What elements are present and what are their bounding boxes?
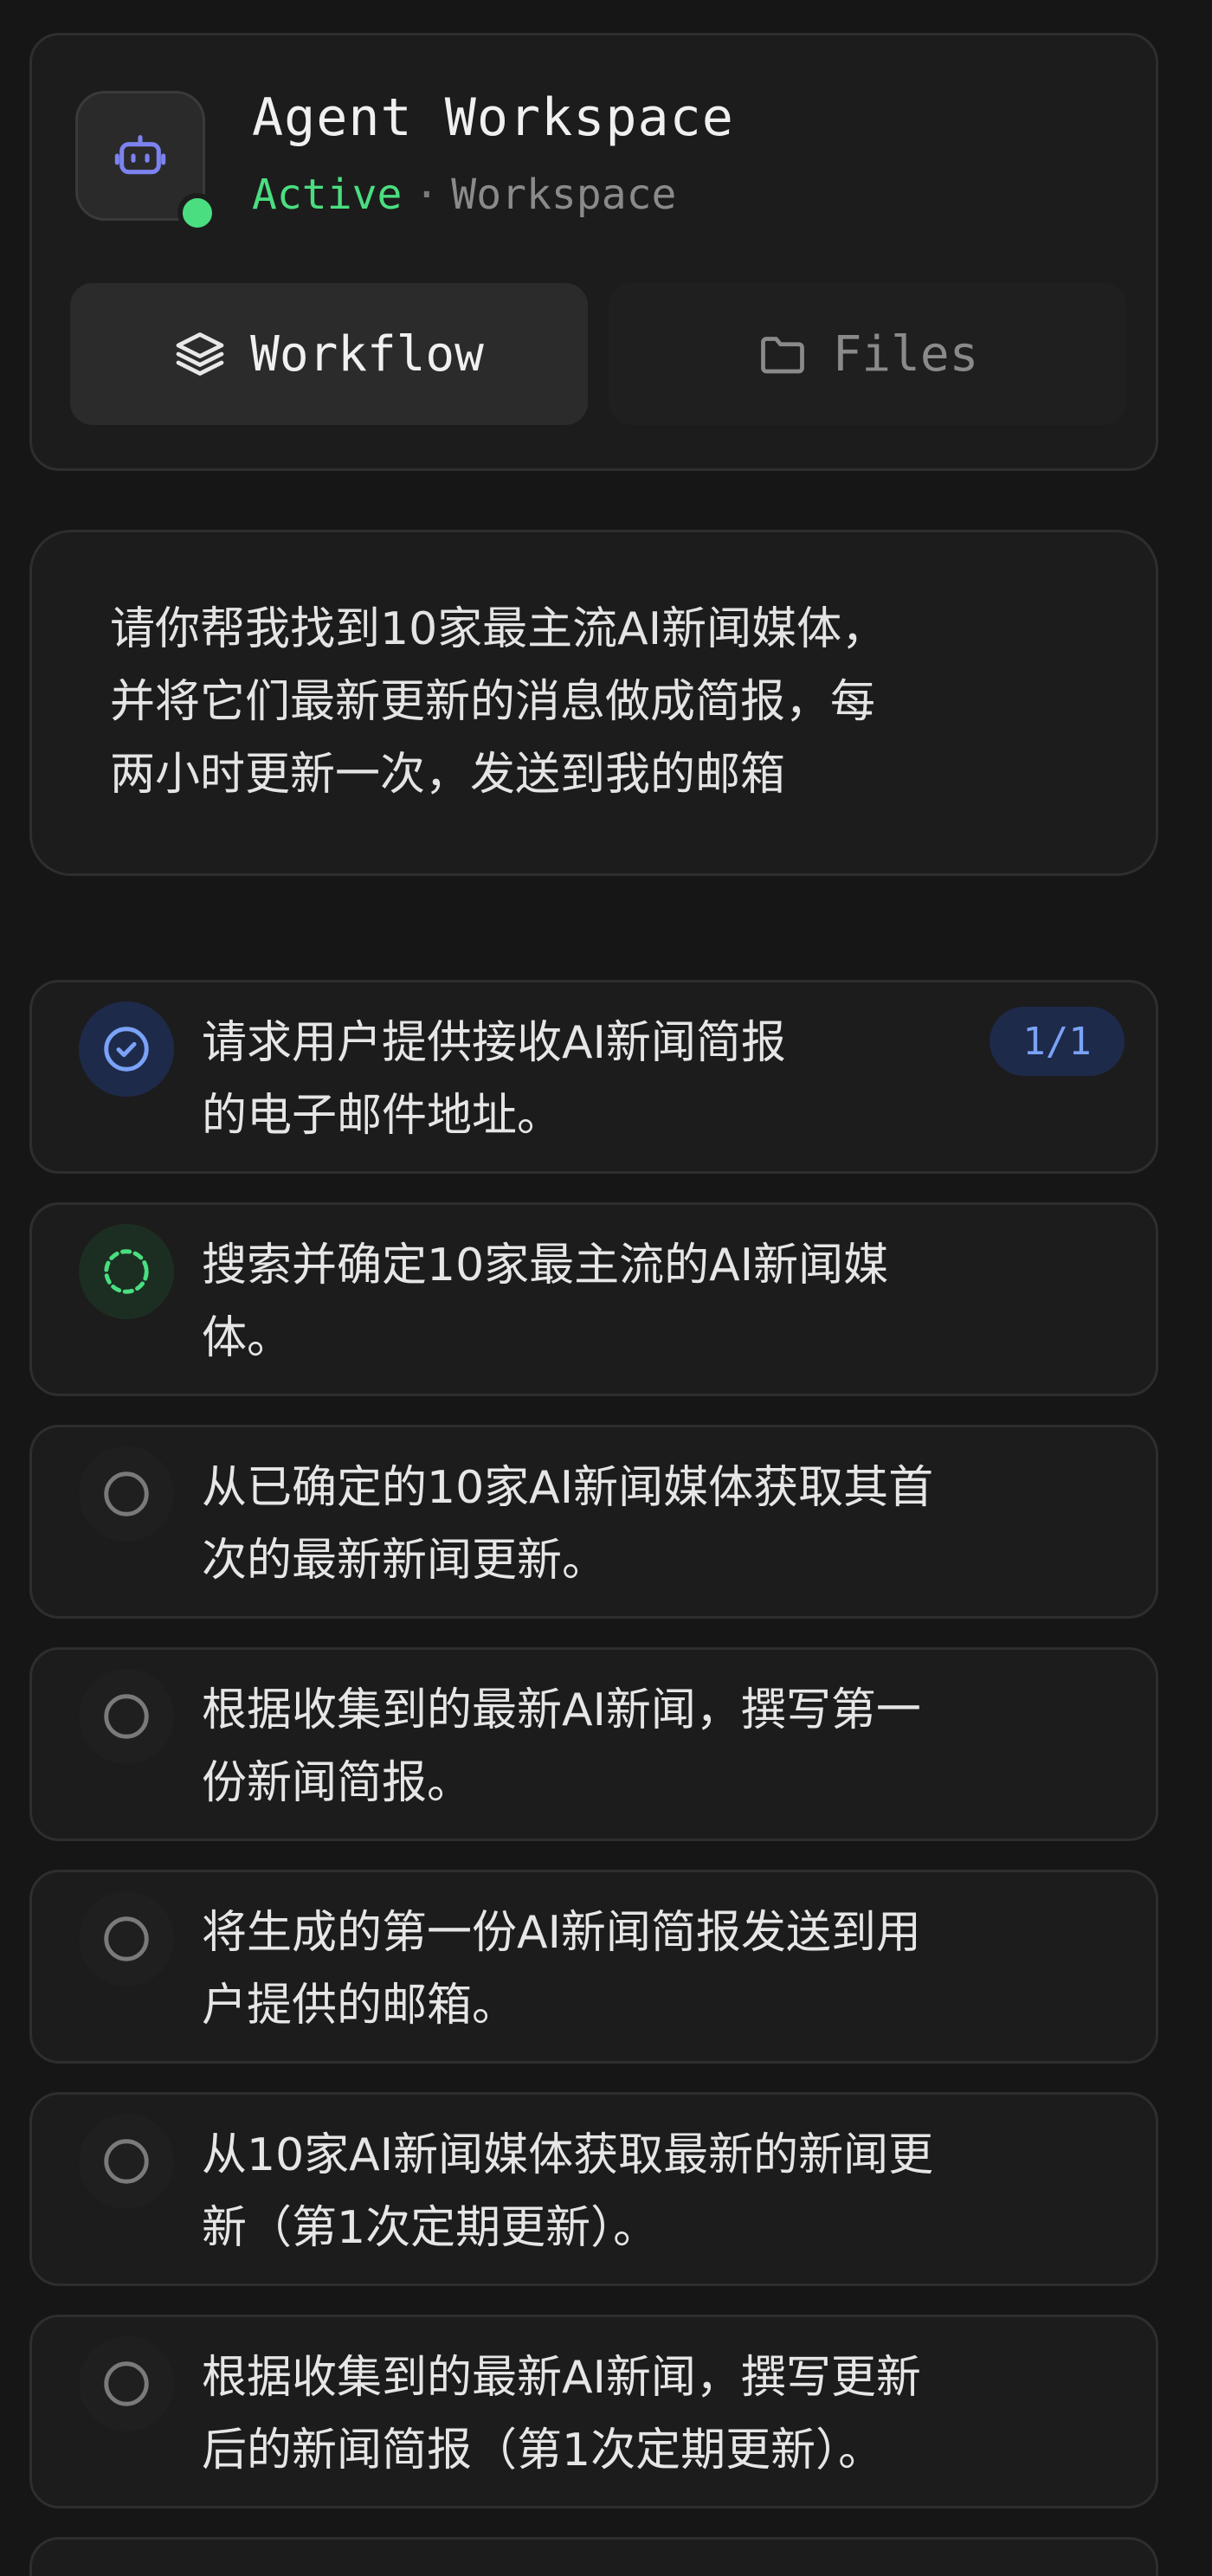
task-status-indicator bbox=[79, 2114, 174, 2209]
task-item-pending[interactable]: 将生成的第一份AI新闻简报发送到用 户提供的邮箱。 bbox=[29, 1870, 1158, 2064]
workspace-title: Agent Workspace bbox=[252, 87, 734, 148]
spinner-dashed-icon bbox=[104, 1249, 149, 1294]
task-line: 将生成的第一份AI新闻简报发送到用 bbox=[202, 1907, 921, 1959]
task-status-indicator bbox=[79, 2336, 174, 2431]
tab-workflow-label: Workflow bbox=[250, 325, 484, 383]
empty-circle-icon bbox=[104, 1472, 149, 1517]
empty-circle-icon bbox=[104, 2361, 149, 2406]
prompt-line: 两小时更新一次，发送到我的邮箱 bbox=[110, 749, 786, 801]
task-description: 根据收集到的最新AI新闻，撰写更新 后的新闻简报（第1次定期更新）。 bbox=[202, 2341, 1102, 2487]
task-description: 请求用户提供接收AI新闻简报 的电子邮件地址。 bbox=[202, 1007, 964, 1152]
folder-icon bbox=[760, 337, 804, 374]
active-status-dot bbox=[177, 193, 217, 233]
task-item-pending[interactable]: 从10家AI新闻媒体获取最新的新闻更 新（第1次定期更新）。 bbox=[29, 2092, 1158, 2286]
task-description: 从10家AI新闻媒体获取最新的新闻更 新（第1次定期更新）。 bbox=[202, 2119, 1102, 2264]
task-item-pending[interactable]: 根据收集到的最新AI新闻，撰写第一 份新闻简报。 bbox=[29, 1647, 1158, 1841]
task-line: 次的最新新闻更新。 bbox=[202, 1535, 608, 1587]
workspace-tabs: Workflow Files bbox=[70, 283, 1126, 425]
task-status-indicator bbox=[79, 1001, 174, 1097]
task-item-pending[interactable]: 根据收集到的最新AI新闻，撰写更新 后的新闻简报（第1次定期更新）。 bbox=[29, 2315, 1158, 2508]
workflow-task-list: 请求用户提供接收AI新闻简报 的电子邮件地址。 1/1 搜索并确定10家最主流的… bbox=[29, 980, 1158, 2576]
tab-workflow[interactable]: Workflow bbox=[70, 283, 588, 425]
task-line: 体。 bbox=[202, 1312, 293, 1364]
empty-circle-icon bbox=[104, 1694, 149, 1739]
status-label: Active bbox=[252, 171, 403, 219]
task-line: 从10家AI新闻媒体获取最新的新闻更 bbox=[202, 2129, 934, 2181]
task-line: 份新闻简报。 bbox=[202, 1757, 473, 1809]
check-circle-icon bbox=[104, 1027, 149, 1072]
task-item-partially-visible[interactable] bbox=[29, 2537, 1158, 2576]
task-line: 根据收集到的最新AI新闻，撰写第一 bbox=[202, 1684, 921, 1736]
empty-circle-icon bbox=[104, 1916, 149, 1961]
prompt-line: 并将它们最新更新的消息做成简报，每 bbox=[110, 676, 876, 728]
task-status-indicator bbox=[79, 1891, 174, 1987]
task-line: 后的新闻简报（第1次定期更新）。 bbox=[202, 2425, 884, 2476]
task-item-pending[interactable]: 从已确定的10家AI新闻媒体获取其首 次的最新新闻更新。 bbox=[29, 1425, 1158, 1619]
empty-circle-icon bbox=[104, 2139, 149, 2184]
task-description: 搜索并确定10家最主流的AI新闻媒 体。 bbox=[202, 1229, 1102, 1375]
task-description: 从已确定的10家AI新闻媒体获取其首 次的最新新闻更新。 bbox=[202, 1452, 1102, 1597]
task-line: 根据收集到的最新AI新闻，撰写更新 bbox=[202, 2352, 921, 2404]
task-item-done[interactable]: 请求用户提供接收AI新闻简报 的电子邮件地址。 1/1 bbox=[29, 980, 1158, 1174]
workspace-kind-label: Workspace bbox=[451, 171, 677, 219]
task-line: 搜索并确定10家最主流的AI新闻媒 bbox=[202, 1240, 889, 1291]
subtitle-separator: · bbox=[414, 171, 440, 219]
task-line: 请求用户提供接收AI新闻简报 bbox=[202, 1017, 786, 1069]
prompt-line: 请你帮我找到10家最主流AI新闻媒体， bbox=[110, 603, 887, 655]
task-item-running[interactable]: 搜索并确定10家最主流的AI新闻媒 体。 bbox=[29, 1202, 1158, 1396]
task-line: 从已确定的10家AI新闻媒体获取其首 bbox=[202, 1462, 934, 1514]
task-line: 的电子邮件地址。 bbox=[202, 1090, 563, 1142]
task-status-indicator bbox=[79, 1224, 174, 1319]
task-description: 根据收集到的最新AI新闻，撰写第一 份新闻简报。 bbox=[202, 1674, 1102, 1819]
agent-workspace-panel: Agent Workspace Active · Workspace Workflo… bbox=[0, 0, 1212, 2576]
layers-icon bbox=[176, 332, 224, 376]
workspace-header-card: Agent Workspace Active · Workspace Workflo… bbox=[29, 33, 1158, 471]
task-line: 新（第1次定期更新）。 bbox=[202, 2202, 659, 2254]
task-status-indicator bbox=[79, 1669, 174, 1764]
task-progress-badge: 1/1 bbox=[990, 1007, 1125, 1076]
workspace-subtitle: Active · Workspace bbox=[252, 171, 676, 219]
tab-files-label: Files bbox=[832, 325, 979, 383]
task-status-indicator bbox=[79, 1446, 174, 1542]
task-line: 户提供的邮箱。 bbox=[202, 1980, 518, 2032]
tab-files[interactable]: Files bbox=[609, 283, 1126, 425]
bot-icon bbox=[114, 135, 166, 175]
user-prompt-card: 请你帮我找到10家最主流AI新闻媒体， 并将它们最新更新的消息做成简报，每 两小… bbox=[29, 530, 1158, 876]
task-description: 将生成的第一份AI新闻简报发送到用 户提供的邮箱。 bbox=[202, 1897, 1102, 2042]
